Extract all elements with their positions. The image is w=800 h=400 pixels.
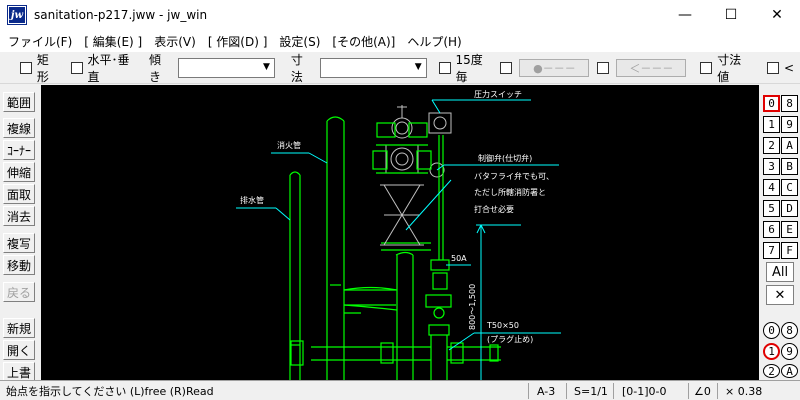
btn-b-checkbox[interactable] [597,61,610,74]
menu-other[interactable]: [その他(A)] [328,33,399,50]
app-icon: jw [7,5,27,25]
layer-7[interactable]: 7 [763,242,780,259]
toolbar: 矩形 水平･垂直 傾き 寸法 15度毎 ●－－－ ＜－－－ 寸法値 < [0,52,800,84]
drawing-canvas[interactable]: 圧力スイッチ 消火管 排水管 制御弁(仕切弁) バタフライ弁でも可、 ただし所轄… [41,85,759,380]
layer-0[interactable]: 0 [763,95,780,112]
size-50a-label: 50A [451,254,467,263]
corner-button[interactable]: ｺｰﾅｰ [3,140,35,160]
layer-4[interactable]: 4 [763,179,780,196]
group-a[interactable]: A [781,364,798,378]
arrow-line-button[interactable]: ＜－－－ [616,58,687,77]
valve-pipes [290,122,501,380]
valve-assembly [380,105,452,246]
layer-e[interactable]: E [781,221,798,238]
layer-3[interactable]: 3 [763,158,780,175]
scale-indicator[interactable]: S=1/1 [574,383,608,399]
move-button[interactable]: 移動 [3,255,35,275]
offset-button[interactable]: 複線 [3,118,35,138]
lt-toggle[interactable]: < [766,60,794,75]
undo-button[interactable]: 戻る [3,282,35,302]
lt-label: < [783,60,794,75]
layer-1[interactable]: 1 [763,116,780,133]
dimval-checkbox[interactable] [700,61,713,74]
layer-8[interactable]: 8 [781,95,798,112]
range-button[interactable]: 範囲 [3,92,35,112]
layer-6[interactable]: 6 [763,221,780,238]
rect-toggle[interactable]: 矩形 [20,51,61,85]
height-dim-label: 800～1,500 [468,284,477,330]
menu-help[interactable]: ヘルプ(H) [403,33,465,50]
control-valve-label: 制御弁(仕切弁) [478,153,532,163]
new-button[interactable]: 新規 [3,318,35,338]
deg15-label: 15度毎 [455,52,483,84]
tilt-combo[interactable] [177,57,275,78]
group-1[interactable]: 1 [763,343,780,360]
hv-label: 水平･垂直 [87,52,130,84]
hv-toggle[interactable]: 水平･垂直 [70,51,141,85]
note-line1: バタフライ弁でも可、 [474,171,554,181]
layer-indicator[interactable]: [0-1]0-0 [622,383,667,399]
layer-c[interactable]: C [781,179,798,196]
maximize-button[interactable]: ☐ [708,0,754,30]
rect-checkbox[interactable] [20,61,32,74]
dim-label: 寸法 [290,52,303,84]
tilt-label: 傾き [149,52,162,84]
hv-checkbox[interactable] [70,61,83,74]
erase-button[interactable]: 消去 [3,206,35,226]
group-2[interactable]: 2 [763,364,780,378]
fire-pipe-label: 消火管 [277,140,301,150]
zoom-indicator[interactable]: × 0.38 [725,383,762,399]
rect-label: 矩形 [36,52,49,84]
chamfer-button[interactable]: 面取 [3,184,35,204]
extend-button[interactable]: 伸縮 [3,162,35,182]
deg15-toggle[interactable]: 15度毎 [438,51,495,85]
pressure-switch-label: 圧力スイッチ [474,89,522,99]
layer-b[interactable]: B [781,158,798,175]
menu-file[interactable]: ファイル(F) [4,33,76,50]
minimize-button[interactable]: — [662,0,708,30]
status-message: 始点を指示してください (L)free (R)Read [6,385,214,398]
layer-cross-button[interactable]: ✕ [766,285,794,305]
dim-combo[interactable] [319,57,427,78]
lt-checkbox[interactable] [766,61,779,74]
deg15-checkbox[interactable] [438,61,451,74]
menu-view[interactable]: 表示(V) [150,33,200,50]
group-0[interactable]: 0 [763,322,780,339]
menu-edit[interactable]: [ 編集(E) ] [80,33,146,50]
layer-9[interactable]: 9 [781,116,798,133]
window-title: sanitation-p217.jww - jw_win [34,8,208,22]
layer-a[interactable]: A [781,137,798,154]
menu-draw[interactable]: [ 作図(D) ] [204,33,272,50]
angle-indicator[interactable]: ∠0 [694,383,711,399]
layer-f[interactable]: F [781,242,798,259]
layer-d[interactable]: D [781,200,798,217]
close-button[interactable]: ✕ [754,0,800,30]
menu-bar: ファイル(F) [ 編集(E) ] 表示(V) [ 作図(D) ] 設定(S) … [0,30,800,52]
group-9[interactable]: 9 [781,343,798,360]
note-line3: 打合せ必要 [474,204,514,214]
group-8[interactable]: 8 [781,322,798,339]
point-line-button[interactable]: ●－－－ [519,58,590,77]
layer-2[interactable]: 2 [763,137,780,154]
open-button[interactable]: 開く [3,340,35,360]
note-line2: ただし所轄消防署と [474,187,546,197]
dimval-label: 寸法値 [717,52,742,84]
paper-size[interactable]: A-3 [537,383,555,399]
plug-label: (プラグ止め) [487,334,533,344]
dimval-toggle[interactable]: 寸法値 [700,51,753,85]
status-bar: 始点を指示してください (L)free (R)Read A-3 S=1/1 [0… [0,380,800,400]
btn-a-checkbox[interactable] [500,61,513,74]
menu-settings[interactable]: 設定(S) [275,33,324,50]
title-bar: jw sanitation-p217.jww - jw_win — ☐ ✕ [0,0,800,30]
layer-5[interactable]: 5 [763,200,780,217]
layer-all-button[interactable]: All [766,262,794,282]
copy-button[interactable]: 複写 [3,233,35,253]
cad-drawing: 圧力スイッチ 消火管 排水管 制御弁(仕切弁) バタフライ弁でも可、 ただし所轄… [236,89,561,380]
drain-pipe-label: 排水管 [240,195,264,205]
overwrite-button[interactable]: 上書 [3,362,35,382]
command-panel: 範囲 複線 ｺｰﾅｰ 伸縮 面取 消去 複写 移動 戻る 新規 開く 上書 [0,85,38,382]
t50-label: T50×50 [486,321,519,330]
